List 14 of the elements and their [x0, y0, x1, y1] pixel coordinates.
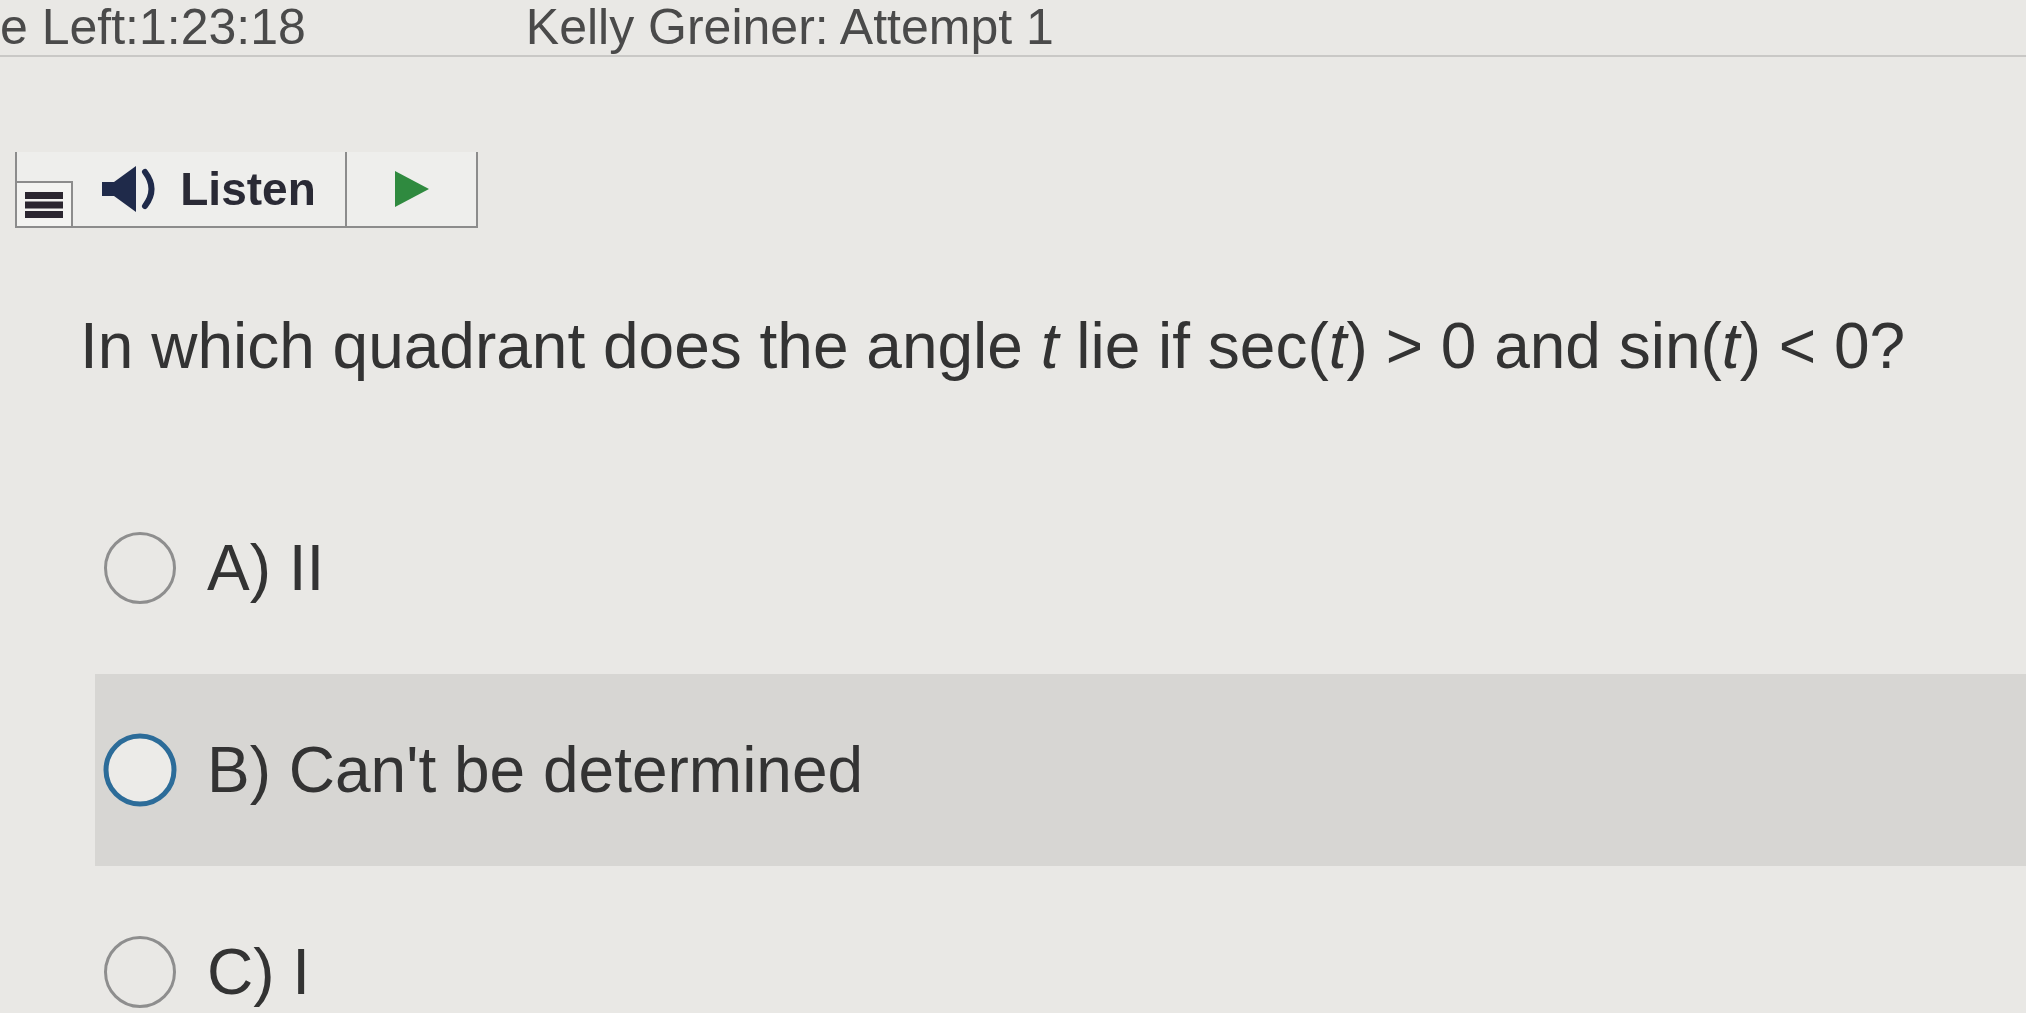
time-left-text: e Left:1:23:18 — [0, 0, 306, 54]
attempt-text: Kelly Greiner: Attempt 1 — [525, 0, 1054, 54]
option-label: B) Can't be determined — [207, 734, 864, 806]
radio-button[interactable] — [103, 733, 177, 807]
option-label: A) II — [207, 532, 325, 604]
question-text: In which quadrant does the angle t lie if sec(t) > 0 and sin(t) < 0? — [80, 309, 1906, 384]
listen-button[interactable]: Listen — [73, 152, 345, 226]
play-icon — [394, 171, 429, 207]
menu-button[interactable] — [17, 181, 73, 226]
option-highlight-band[interactable]: B) Can't be determined — [95, 674, 2026, 866]
radio-button[interactable] — [103, 531, 177, 605]
radio-button[interactable] — [103, 935, 177, 1009]
option-label: C) I — [207, 936, 311, 1008]
menu-icon — [25, 191, 63, 218]
